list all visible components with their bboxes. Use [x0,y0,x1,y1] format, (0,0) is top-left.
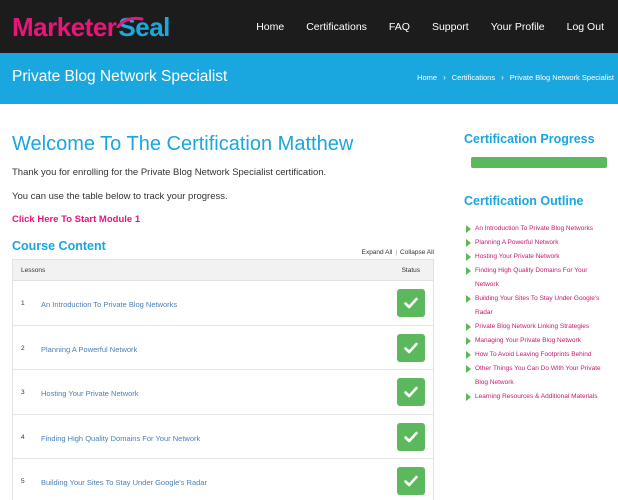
nav-log-out[interactable]: Log Out [567,21,604,33]
track-text: You can use the table below to track you… [12,191,228,202]
lesson-link[interactable]: Planning A Powerful Network [41,345,137,354]
lesson-number: 2 [21,344,25,352]
lesson-link[interactable]: Building Your Sites To Stay Under Google… [41,478,207,487]
progress-bar-fill [471,157,607,168]
triangle-right-icon [466,337,471,345]
course-content-table: Lessons Status 1 An Introduction To Priv… [12,259,434,500]
lesson-number: 5 [21,478,25,485]
certification-progress-bar [471,157,607,168]
collapse-all-link[interactable]: Collapse All [400,249,434,256]
list-item: How To Avoid Leaving Footprints Behind [466,348,612,362]
site-logo[interactable]: Marketer Seal [12,12,170,42]
lesson-number: 1 [21,300,25,307]
table-row: 1 An Introduction To Private Blog Networ… [13,281,433,326]
check-icon [397,289,425,317]
logo-text-marketer: Marketer [12,12,117,42]
triangle-right-icon [466,239,471,247]
nav-your-profile[interactable]: Your Profile [491,21,545,33]
logo-swoosh-icon [116,16,144,28]
nav-support[interactable]: Support [432,21,469,33]
expand-collapse-separator: | [395,249,398,256]
breadcrumb-separator: › [443,73,446,82]
breadcrumb-current: Private Blog Network Specialist [509,73,614,82]
check-icon [397,467,425,495]
certification-outline-heading: Certification Outline [464,194,584,208]
triangle-right-icon [466,295,471,303]
breadcrumb-separator: › [501,73,504,82]
list-item: Hosting Your Private Network [466,250,612,264]
nav-certifications[interactable]: Certifications [306,21,367,33]
list-item: Building Your Sites To Stay Under Google… [466,292,612,320]
list-item: Planning A Powerful Network [466,236,612,250]
page-title: Private Blog Network Specialist [12,68,228,85]
main-nav: Home Certifications FAQ Support Your Pro… [256,0,618,53]
table-row: 3 Hosting Your Private Network [13,370,433,415]
outline-link[interactable]: Planning A Powerful Network [475,239,558,246]
table-row: 4 Finding High Quality Domains For Your … [13,415,433,459]
lesson-link[interactable]: Finding High Quality Domains For Your Ne… [41,434,200,443]
triangle-right-icon [466,267,471,275]
nav-faq[interactable]: FAQ [389,21,410,33]
list-item: Other Things You Can Do With Your Privat… [466,362,612,390]
list-item: Private Blog Network Linking Strategies [466,320,612,334]
triangle-right-icon [466,323,471,331]
breadcrumb-home[interactable]: Home [417,73,437,82]
certification-progress-heading: Certification Progress [464,132,595,146]
outline-link[interactable]: Other Things You Can Do With Your Privat… [475,365,601,386]
lesson-link[interactable]: An Introduction To Private Blog Networks [41,300,177,309]
table-header: Lessons Status [13,260,433,281]
lesson-number: 3 [21,389,25,396]
outline-link[interactable]: Hosting Your Private Network [475,253,560,260]
outline-link[interactable]: Private Blog Network Linking Strategies [475,323,589,330]
outline-link[interactable]: Learning Resources & Additional Material… [475,393,597,400]
outline-link[interactable]: An Introduction To Private Blog Networks [475,225,593,232]
triangle-right-icon [466,351,471,359]
table-row: 2 Planning A Powerful Network [13,326,433,370]
list-item: Learning Resources & Additional Material… [466,390,612,404]
triangle-right-icon [466,253,471,261]
top-navbar: Marketer Seal Home Certifications FAQ Sup… [0,0,618,53]
list-item: Finding High Quality Domains For Your Ne… [466,264,612,292]
outline-link[interactable]: How To Avoid Leaving Footprints Behind [475,351,591,358]
course-content-heading: Course Content [12,239,106,253]
triangle-right-icon [466,365,471,373]
list-item: Managing Your Private Blog Network [466,334,612,348]
triangle-right-icon [466,225,471,233]
column-header-status: Status [401,267,420,274]
breadcrumb: Home › Certifications › Private Blog Net… [417,73,614,82]
triangle-right-icon [466,393,471,401]
outline-link[interactable]: Building Your Sites To Stay Under Google… [475,295,599,316]
check-icon [397,378,425,406]
page-title-bar: Private Blog Network Specialist Home › C… [0,53,618,104]
check-icon [397,422,425,451]
intro-text: Thank you for enrolling for the Private … [12,167,327,178]
table-row: 5 Building Your Sites To Stay Under Goog… [13,459,433,500]
outline-link[interactable]: Finding High Quality Domains For Your Ne… [475,267,587,288]
list-item: An Introduction To Private Blog Networks [466,222,612,236]
certification-outline-list: An Introduction To Private Blog Networks… [466,222,612,404]
check-icon [397,333,425,362]
start-module-link[interactable]: Click Here To Start Module 1 [12,214,140,225]
breadcrumb-certifications[interactable]: Certifications [452,73,495,82]
lesson-link[interactable]: Hosting Your Private Network [41,389,139,398]
nav-home[interactable]: Home [256,21,284,33]
expand-all-link[interactable]: Expand All [362,249,393,256]
welcome-heading: Welcome To The Certification Matthew [12,133,354,155]
outline-link[interactable]: Managing Your Private Blog Network [475,337,581,344]
expand-collapse-controls: Expand All | Collapse All [362,249,434,256]
column-header-lessons: Lessons [21,267,46,274]
lesson-number: 4 [21,433,25,441]
